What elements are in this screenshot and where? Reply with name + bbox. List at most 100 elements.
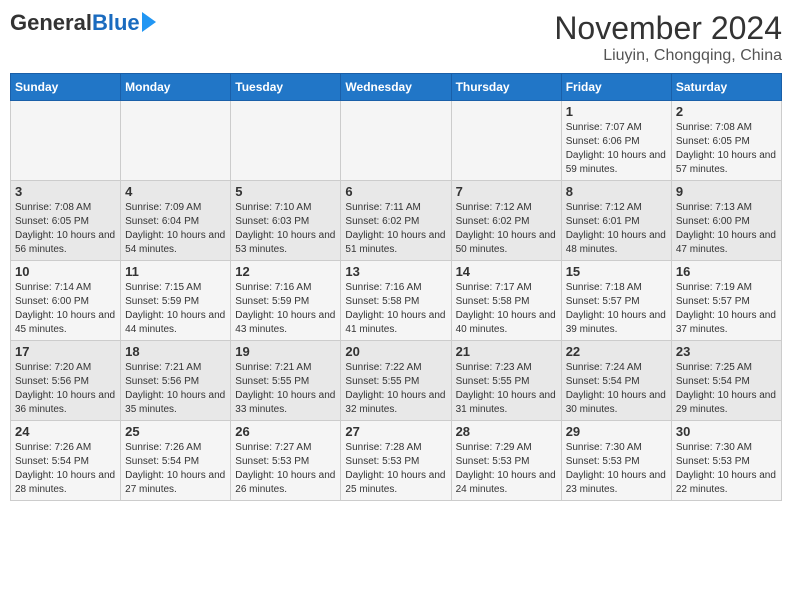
day-info: Sunrise: 7:22 AM Sunset: 5:55 PM Dayligh… (345, 361, 446, 417)
day-info: Sunrise: 7:10 AM Sunset: 6:03 PM Dayligh… (235, 201, 336, 257)
title-block: November 2024 Liuyin, Chongqing, China (554, 10, 782, 65)
day-info: Sunrise: 7:30 AM Sunset: 5:53 PM Dayligh… (676, 441, 777, 497)
day-number: 6 (345, 184, 446, 199)
calendar-cell: 7 Sunrise: 7:12 AM Sunset: 6:02 PM Daylig… (451, 181, 561, 261)
day-number: 16 (676, 264, 777, 279)
calendar-cell: 25 Sunrise: 7:26 AM Sunset: 5:54 PM Dayli… (121, 421, 231, 501)
calendar-cell: 13Sunrise: 7:16 AM Sunset: 5:58 PM Dayli… (341, 261, 451, 341)
day-number: 19 (235, 344, 336, 359)
calendar-header: SundayMondayTuesdayWednesdayThursdayFrid… (11, 74, 782, 101)
calendar-cell: 26 Sunrise: 7:27 AM Sunset: 5:53 PM Dayli… (231, 421, 341, 501)
calendar-cell: 10 Sunrise: 7:14 AM Sunset: 6:00 PM Dayli… (11, 261, 121, 341)
calendar-cell: 27 Sunrise: 7:28 AM Sunset: 5:53 PM Dayli… (341, 421, 451, 501)
day-number: 7 (456, 184, 557, 199)
day-number: 30 (676, 424, 777, 439)
calendar-cell: 20 Sunrise: 7:22 AM Sunset: 5:55 PM Dayli… (341, 341, 451, 421)
day-number: 5 (235, 184, 336, 199)
day-info: Sunrise: 7:19 AM Sunset: 5:57 PM Dayligh… (676, 281, 777, 337)
weekday-header-saturday: Saturday (671, 74, 781, 101)
month-year-title: November 2024 (554, 10, 782, 47)
weekday-header-sunday: Sunday (11, 74, 121, 101)
day-number: 10 (15, 264, 116, 279)
logo: General Blue (10, 10, 156, 36)
day-number: 20 (345, 344, 446, 359)
calendar-table: SundayMondayTuesdayWednesdayThursdayFrid… (10, 73, 782, 501)
day-info: Sunrise: 7:07 AM Sunset: 6:06 PM Dayligh… (566, 121, 667, 177)
calendar-week-row: 1 Sunrise: 7:07 AM Sunset: 6:06 PM Daylig… (11, 101, 782, 181)
day-info: Sunrise: 7:14 AM Sunset: 6:00 PM Dayligh… (15, 281, 116, 337)
day-info: Sunrise: 7:12 AM Sunset: 6:02 PM Dayligh… (456, 201, 557, 257)
day-number: 26 (235, 424, 336, 439)
calendar-cell: 6 Sunrise: 7:11 AM Sunset: 6:02 PM Daylig… (341, 181, 451, 261)
calendar-cell (451, 101, 561, 181)
day-number: 12 (235, 264, 336, 279)
weekday-header-row: SundayMondayTuesdayWednesdayThursdayFrid… (11, 74, 782, 101)
day-number: 22 (566, 344, 667, 359)
day-info: Sunrise: 7:09 AM Sunset: 6:04 PM Dayligh… (125, 201, 226, 257)
day-info: Sunrise: 7:17 AM Sunset: 5:58 PM Dayligh… (456, 281, 557, 337)
day-info: Sunrise: 7:21 AM Sunset: 5:56 PM Dayligh… (125, 361, 226, 417)
calendar-cell: 17Sunrise: 7:20 AM Sunset: 5:56 PM Dayli… (11, 341, 121, 421)
calendar-week-row: 3 Sunrise: 7:08 AM Sunset: 6:05 PM Daylig… (11, 181, 782, 261)
day-number: 25 (125, 424, 226, 439)
day-info: Sunrise: 7:08 AM Sunset: 6:05 PM Dayligh… (15, 201, 116, 257)
calendar-cell: 21 Sunrise: 7:23 AM Sunset: 5:55 PM Dayli… (451, 341, 561, 421)
weekday-header-monday: Monday (121, 74, 231, 101)
day-info: Sunrise: 7:26 AM Sunset: 5:54 PM Dayligh… (125, 441, 226, 497)
day-info: Sunrise: 7:29 AM Sunset: 5:53 PM Dayligh… (456, 441, 557, 497)
calendar-cell: 2Sunrise: 7:08 AM Sunset: 6:05 PM Daylig… (671, 101, 781, 181)
day-info: Sunrise: 7:12 AM Sunset: 6:01 PM Dayligh… (566, 201, 667, 257)
calendar-cell (121, 101, 231, 181)
calendar-cell: 15 Sunrise: 7:18 AM Sunset: 5:57 PM Dayli… (561, 261, 671, 341)
day-info: Sunrise: 7:27 AM Sunset: 5:53 PM Dayligh… (235, 441, 336, 497)
day-number: 24 (15, 424, 116, 439)
calendar-cell (231, 101, 341, 181)
logo-blue-text: Blue (92, 10, 140, 36)
day-number: 14 (456, 264, 557, 279)
day-info: Sunrise: 7:25 AM Sunset: 5:54 PM Dayligh… (676, 361, 777, 417)
day-number: 18 (125, 344, 226, 359)
day-number: 21 (456, 344, 557, 359)
day-number: 29 (566, 424, 667, 439)
day-number: 3 (15, 184, 116, 199)
calendar-cell: 23 Sunrise: 7:25 AM Sunset: 5:54 PM Dayli… (671, 341, 781, 421)
calendar-week-row: 24 Sunrise: 7:26 AM Sunset: 5:54 PM Dayli… (11, 421, 782, 501)
day-info: Sunrise: 7:16 AM Sunset: 5:59 PM Dayligh… (235, 281, 336, 337)
day-number: 1 (566, 104, 667, 119)
calendar-body: 1 Sunrise: 7:07 AM Sunset: 6:06 PM Daylig… (11, 101, 782, 501)
page-header: General Blue November 2024 Liuyin, Chong… (10, 10, 782, 65)
calendar-cell (341, 101, 451, 181)
day-number: 23 (676, 344, 777, 359)
day-info: Sunrise: 7:18 AM Sunset: 5:57 PM Dayligh… (566, 281, 667, 337)
day-number: 15 (566, 264, 667, 279)
day-number: 4 (125, 184, 226, 199)
day-info: Sunrise: 7:28 AM Sunset: 5:53 PM Dayligh… (345, 441, 446, 497)
calendar-cell: 28 Sunrise: 7:29 AM Sunset: 5:53 PM Dayli… (451, 421, 561, 501)
day-info: Sunrise: 7:13 AM Sunset: 6:00 PM Dayligh… (676, 201, 777, 257)
day-info: Sunrise: 7:15 AM Sunset: 5:59 PM Dayligh… (125, 281, 226, 337)
day-number: 8 (566, 184, 667, 199)
calendar-cell: 5 Sunrise: 7:10 AM Sunset: 6:03 PM Daylig… (231, 181, 341, 261)
logo-general-text: General (10, 10, 92, 36)
calendar-cell: 12 Sunrise: 7:16 AM Sunset: 5:59 PM Dayli… (231, 261, 341, 341)
day-number: 27 (345, 424, 446, 439)
weekday-header-wednesday: Wednesday (341, 74, 451, 101)
day-number: 13 (345, 264, 446, 279)
calendar-cell: 19Sunrise: 7:21 AM Sunset: 5:55 PM Dayli… (231, 341, 341, 421)
calendar-cell: 22 Sunrise: 7:24 AM Sunset: 5:54 PM Dayli… (561, 341, 671, 421)
day-info: Sunrise: 7:20 AM Sunset: 5:56 PM Dayligh… (15, 361, 116, 417)
calendar-cell: 4 Sunrise: 7:09 AM Sunset: 6:04 PM Daylig… (121, 181, 231, 261)
day-info: Sunrise: 7:08 AM Sunset: 6:05 PM Dayligh… (676, 121, 777, 177)
weekday-header-friday: Friday (561, 74, 671, 101)
day-info: Sunrise: 7:23 AM Sunset: 5:55 PM Dayligh… (456, 361, 557, 417)
day-number: 9 (676, 184, 777, 199)
location-subtitle: Liuyin, Chongqing, China (554, 47, 782, 65)
day-info: Sunrise: 7:26 AM Sunset: 5:54 PM Dayligh… (15, 441, 116, 497)
calendar-week-row: 17Sunrise: 7:20 AM Sunset: 5:56 PM Dayli… (11, 341, 782, 421)
day-number: 28 (456, 424, 557, 439)
day-info: Sunrise: 7:11 AM Sunset: 6:02 PM Dayligh… (345, 201, 446, 257)
calendar-cell: 3 Sunrise: 7:08 AM Sunset: 6:05 PM Daylig… (11, 181, 121, 261)
day-number: 11 (125, 264, 226, 279)
calendar-cell: 30 Sunrise: 7:30 AM Sunset: 5:53 PM Dayli… (671, 421, 781, 501)
day-info: Sunrise: 7:24 AM Sunset: 5:54 PM Dayligh… (566, 361, 667, 417)
